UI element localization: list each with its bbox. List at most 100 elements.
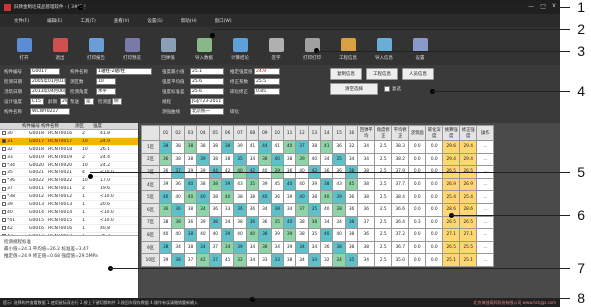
checkbox-box[interactable] [1,226,6,231]
grid-calc-g[interactable]: ... [476,152,495,167]
rebound-cell[interactable]: 38 [295,215,309,230]
rebound-cell[interactable]: 38 [220,152,235,167]
rebound-cell[interactable]: 36 [245,215,260,230]
row-checkbox[interactable] [0,163,7,167]
list-row[interactable]: *41 G0015 HCNT0015 1 <10.0 [0,217,138,225]
rebound-cell[interactable]: 38 [233,215,247,230]
checkbox-box[interactable] [1,218,6,223]
rebound-cell[interactable]: 39 [233,240,247,255]
rebound-cell[interactable]: 37 [295,202,309,217]
rebound-cell[interactable]: 40 [245,228,260,242]
row-checkbox[interactable] [0,147,7,152]
rebound-cell[interactable]: 34 [332,215,346,230]
rebound-cell[interactable]: 40 [171,228,185,242]
rebound-cell[interactable]: 39 [258,177,272,192]
rebound-cell[interactable]: 36 [233,202,247,217]
rebound-cell[interactable]: 38 [196,140,210,154]
toolbar-button-2[interactable]: 打印报告 [80,38,112,61]
row-checkbox[interactable] [0,218,7,223]
checkbox-box[interactable] [1,210,6,215]
grid-calc-g[interactable]: ... [476,228,495,242]
menu-item-0[interactable]: 文件(F) [14,18,29,24]
rebound-cell[interactable]: 34 [307,253,322,267]
rebound-cell[interactable]: 38 [220,140,235,154]
rebound-cell[interactable]: 35 [307,228,322,242]
rebound-cell[interactable]: 40 [171,190,185,204]
multi-select-checkbox[interactable] [384,86,390,92]
rebound-cell[interactable]: 32 [320,253,334,267]
rebound-cell[interactable]: 38 [158,240,173,255]
rebound-cell[interactable]: 44 [258,140,272,154]
rebound-cell[interactable]: 43 [233,177,247,192]
rebound-cell[interactable]: 34 [344,152,359,167]
rebound-cell[interactable]: 45 [344,177,359,192]
list-row[interactable]: 33 G0019 HCNT0019 2 24.4 [0,154,138,162]
list-row[interactable]: 31 G0017 HCNT0017 10 24.9 [0,137,138,146]
rebound-cell[interactable]: 41 [220,253,235,267]
rebound-cell[interactable]: 45 [270,177,284,192]
staff-info-button[interactable]: 人员信息 [402,68,434,80]
rebound-cell[interactable]: 36 [183,215,198,230]
row-checkbox[interactable] [0,186,7,191]
gauge-input[interactable]: 10 [96,78,116,85]
rebound-cell[interactable]: 38 [208,215,222,230]
rebound-cell[interactable]: 36 [344,202,359,217]
rebound-cell[interactable]: 33 [258,253,272,267]
checkbox-box[interactable] [1,178,6,183]
rebound-cell[interactable]: 32 [233,253,247,267]
rebound-cell[interactable]: 34 [245,253,260,267]
rebound-cell[interactable]: 35 [245,177,260,192]
rebound-cell[interactable]: 36 [344,190,359,204]
checkbox-box[interactable] [1,139,6,144]
component-code-input[interactable]: G0017 [30,68,60,75]
rebound-cell[interactable]: 38 [270,202,284,217]
rebound-cell[interactable]: 40 [295,190,309,204]
rebound-cell[interactable]: 38 [158,215,173,230]
rebound-cell[interactable]: 38 [208,190,222,204]
rebound-cell[interactable]: 36 [158,152,173,167]
rebound-cell[interactable]: 40 [282,215,297,230]
rebound-cell[interactable]: 39 [220,228,235,242]
rebound-cell[interactable]: 38 [344,215,359,230]
checkbox-box[interactable] [1,186,6,191]
rebound-cell[interactable]: 38 [208,140,222,154]
list-row[interactable]: 32 G0018 HCNT0018 10 26.1 [0,146,138,154]
rebound-cell[interactable]: 38 [258,240,272,255]
rebound-cell[interactable]: 37 [295,140,309,154]
row-checkbox[interactable] [0,226,7,231]
rebound-cell[interactable]: 38 [332,202,346,217]
rebound-cell[interactable]: 34 [245,152,260,167]
ratio-input[interactable]: 0.85 [254,88,280,95]
rebound-cell[interactable]: 34 [258,202,272,217]
rebound-cell[interactable]: 35 [307,202,322,217]
menu-item-5[interactable]: 帮助(H) [181,18,197,24]
list-row[interactable]: *34 G0020 HCNT0020 10 24.2 [0,162,138,170]
rebound-cell[interactable]: 33 [270,253,284,267]
min-input[interactable]: 25.1 [190,68,224,75]
row-checkbox[interactable] [0,202,7,207]
rebound-cell[interactable]: 38 [183,140,198,154]
rebound-cell[interactable]: 37 [208,240,222,255]
rebound-cell[interactable]: 40 [196,228,210,242]
rebound-cell[interactable]: 34 [220,240,235,255]
toolbar-button-6[interactable]: 计算结论 [224,38,256,61]
row-checkbox[interactable] [0,178,7,183]
rebound-cell[interactable]: 34 [332,253,346,267]
rebound-cell[interactable]: 38 [208,152,222,167]
toolbar-button-9[interactable]: 工程信息 [332,38,364,61]
rebound-cell[interactable]: 43 [332,177,346,192]
rebound-cell[interactable]: 38 [208,177,222,192]
rebound-cell[interactable]: 34 [320,152,334,167]
menu-item-3[interactable]: 查看(V) [114,18,130,24]
avg-input[interactable]: 25.6 [190,78,224,85]
strength-grade-select[interactable]: C15 [30,98,44,105]
menu-item-1[interactable]: 编辑(E) [47,18,62,24]
rebound-cell[interactable]: 38 [171,140,185,154]
rebound-cell[interactable]: 38 [307,190,322,204]
project-info-button[interactable]: 工程信息 [366,68,398,80]
rebound-cell[interactable]: 40 [183,177,198,192]
rebound-cell[interactable]: 40 [270,152,284,167]
rebound-cell[interactable]: 34 [295,240,309,255]
checkbox-box[interactable] [1,147,6,152]
rebound-cell[interactable]: 35 [344,253,359,267]
